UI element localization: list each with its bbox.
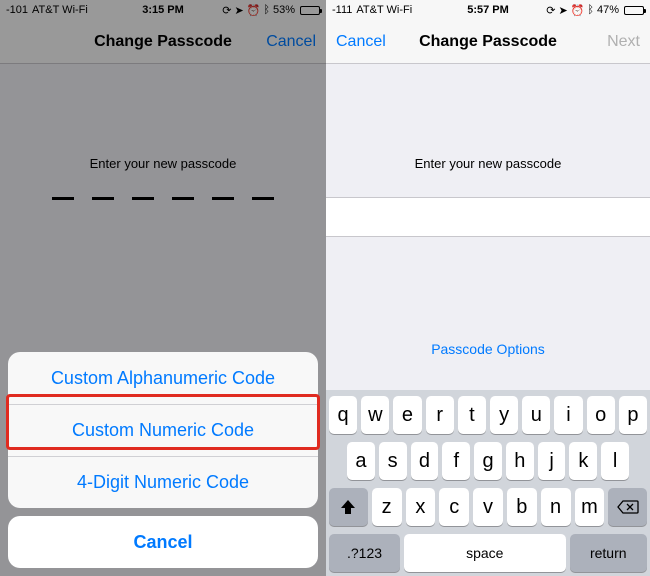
option-custom-numeric[interactable]: Custom Numeric Code xyxy=(8,404,318,456)
key-w[interactable]: w xyxy=(361,396,389,434)
key-l[interactable]: l xyxy=(601,442,629,480)
screen-passcode-options: -101 AT&T Wi-Fi 3:15 PM ⟳ ➤ ⏰ ᛒ 53% Chan… xyxy=(0,0,326,576)
option-4digit-numeric[interactable]: 4-Digit Numeric Code xyxy=(8,456,318,508)
key-j[interactable]: j xyxy=(538,442,566,480)
battery-icon xyxy=(624,6,644,15)
action-sheet-cancel[interactable]: Cancel xyxy=(8,516,318,568)
keyboard-row-2: a s d f g h j k l xyxy=(329,442,647,480)
key-u[interactable]: u xyxy=(522,396,550,434)
key-o[interactable]: o xyxy=(587,396,615,434)
key-x[interactable]: x xyxy=(406,488,436,526)
key-p[interactable]: p xyxy=(619,396,647,434)
key-m[interactable]: m xyxy=(575,488,605,526)
key-b[interactable]: b xyxy=(507,488,537,526)
key-r[interactable]: r xyxy=(426,396,454,434)
nav-title: Change Passcode xyxy=(419,33,557,51)
cancel-button[interactable]: Cancel xyxy=(326,20,396,64)
nav-bar: Cancel Change Passcode Next xyxy=(326,20,650,64)
keyboard-row-3: z x c v b n m xyxy=(329,488,647,526)
key-n[interactable]: n xyxy=(541,488,571,526)
keyboard-row-4: .?123 space return xyxy=(329,534,647,572)
key-s[interactable]: s xyxy=(379,442,407,480)
key-t[interactable]: t xyxy=(458,396,486,434)
passcode-options-link[interactable]: Passcode Options xyxy=(326,341,650,357)
key-space[interactable]: space xyxy=(404,534,565,572)
passcode-prompt: Enter your new passcode xyxy=(326,156,650,171)
keyboard: q w e r t y u i o p a s d f g h j k l xyxy=(326,390,650,576)
key-z[interactable]: z xyxy=(372,488,402,526)
action-sheet: Custom Alphanumeric Code Custom Numeric … xyxy=(8,352,318,568)
key-c[interactable]: c xyxy=(439,488,469,526)
key-g[interactable]: g xyxy=(474,442,502,480)
key-d[interactable]: d xyxy=(411,442,439,480)
key-h[interactable]: h xyxy=(506,442,534,480)
key-return[interactable]: return xyxy=(570,534,648,572)
status-bar: -111 AT&T Wi-Fi 5:57 PM ⟳ ➤ ⏰ ᛒ 47% xyxy=(326,0,650,20)
key-backspace[interactable] xyxy=(608,488,647,526)
shift-icon xyxy=(339,499,357,515)
key-y[interactable]: y xyxy=(490,396,518,434)
key-k[interactable]: k xyxy=(569,442,597,480)
key-e[interactable]: e xyxy=(393,396,421,434)
key-shift[interactable] xyxy=(329,488,368,526)
key-a[interactable]: a xyxy=(347,442,375,480)
key-v[interactable]: v xyxy=(473,488,503,526)
backspace-icon xyxy=(617,500,639,514)
next-button[interactable]: Next xyxy=(597,20,650,64)
key-i[interactable]: i xyxy=(554,396,582,434)
option-custom-alphanumeric[interactable]: Custom Alphanumeric Code xyxy=(8,352,318,404)
key-q[interactable]: q xyxy=(329,396,357,434)
passcode-text-field[interactable] xyxy=(326,197,650,237)
key-f[interactable]: f xyxy=(442,442,470,480)
keyboard-row-1: q w e r t y u i o p xyxy=(329,396,647,434)
status-time: 5:57 PM xyxy=(326,4,650,16)
screen-alphanumeric-entry: -111 AT&T Wi-Fi 5:57 PM ⟳ ➤ ⏰ ᛒ 47% Canc… xyxy=(326,0,650,576)
key-numbers[interactable]: .?123 xyxy=(329,534,400,572)
